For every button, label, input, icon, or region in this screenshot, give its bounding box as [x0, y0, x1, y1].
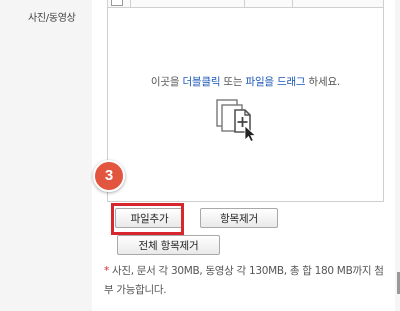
- note-text: 사진, 문서 각 30MB, 동영상 각 130MB, 총 합 180 MB까지…: [104, 265, 384, 296]
- drop-text-double-click: 더블클릭: [182, 76, 221, 88]
- remove-item-button[interactable]: 항목제거: [200, 208, 278, 228]
- remove-all-items-button[interactable]: 전체 항목제거: [117, 235, 220, 255]
- add-file-button[interactable]: 파일추가: [115, 208, 184, 228]
- drop-text-or: 또는: [220, 76, 246, 88]
- file-list-header: [108, 0, 383, 8]
- drop-text-suffix: 하세요.: [305, 76, 341, 88]
- header-divider: [130, 0, 131, 7]
- drop-text-prefix: 이곳을: [150, 76, 183, 88]
- page-scrollbar-track[interactable]: [395, 0, 400, 311]
- field-label-photo-video: 사진/동영상: [28, 13, 76, 24]
- upload-size-note: * 사진, 문서 각 30MB, 동영상 각 130MB, 총 합 180 MB…: [104, 262, 389, 300]
- step-number-badge: 3: [93, 160, 125, 192]
- files-add-cursor-icon: [216, 99, 257, 142]
- label-column: 사진/동영상: [0, 0, 92, 311]
- header-divider: [244, 0, 245, 7]
- header-divider: [292, 0, 293, 7]
- drop-text-file-drag: 파일을 드래그: [245, 76, 306, 88]
- dropzone-instruction: 이곳을 더블클릭 또는 파일을 드래그 하세요.: [108, 74, 383, 89]
- select-all-checkbox[interactable]: [111, 0, 123, 6]
- file-upload-dropzone[interactable]: 이곳을 더블클릭 또는 파일을 드래그 하세요.: [107, 0, 384, 202]
